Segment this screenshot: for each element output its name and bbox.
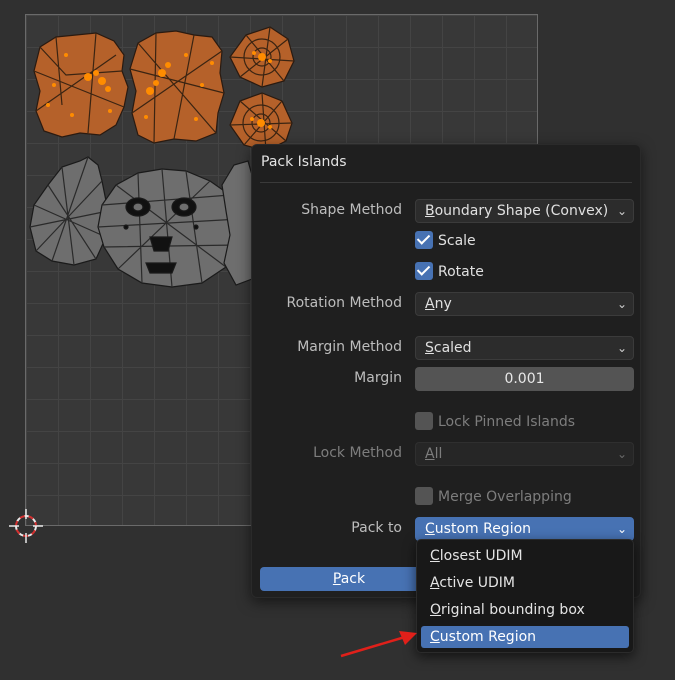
pack-to-value: ustom Region: [434, 521, 532, 537]
pack-to-label: Pack to: [351, 520, 402, 536]
rotate-label: Rotate: [438, 264, 484, 280]
lock-pinned-checkbox[interactable]: [415, 412, 433, 430]
red-arrow-icon: [340, 631, 417, 658]
margin-method-dropdown[interactable]: Scaled ⌄: [415, 336, 634, 360]
chevron-down-icon: ⌄: [616, 522, 627, 536]
merge-overlapping-checkbox[interactable]: [415, 487, 433, 505]
menu-item-label: ustom Region: [439, 629, 537, 645]
pack-to-menu: Closest UDIM Active UDIM Original boundi…: [416, 539, 634, 653]
chevron-down-icon: ⌄: [616, 297, 627, 311]
scale-checkbox[interactable]: [415, 231, 433, 249]
rotate-checkbox-row[interactable]: Rotate: [415, 262, 484, 282]
lock-method-value: ll: [434, 446, 443, 462]
margin-method-value: caled: [433, 340, 472, 356]
chevron-down-icon: ⌄: [616, 204, 627, 218]
unselected-island-center: [97, 168, 241, 288]
shape-method-mnemonic: B: [425, 203, 435, 219]
menu-item-label: losest UDIM: [439, 548, 523, 564]
menu-item-mnemonic: A: [430, 575, 440, 591]
margin-method-mnemonic: S: [425, 340, 434, 356]
menu-item-mnemonic: C: [430, 548, 440, 564]
lock-pinned-row[interactable]: Lock Pinned Islands: [415, 412, 575, 432]
pack-button-label: ack: [340, 571, 366, 587]
unselected-island-left: [29, 156, 109, 266]
lock-method-mnemonic: A: [425, 446, 435, 462]
popup-title: Pack Islands: [261, 154, 347, 170]
shape-method-label: Shape Method: [301, 202, 402, 218]
lock-method-label: Lock Method: [313, 445, 402, 461]
shape-method-dropdown[interactable]: Boundary Shape (Convex) ⌄: [415, 199, 634, 223]
pack-button-mnemonic: P: [332, 571, 341, 587]
rotation-method-dropdown[interactable]: Any ⌄: [415, 292, 634, 316]
rotation-method-label: Rotation Method: [286, 295, 402, 311]
menu-item-custom-region[interactable]: Custom Region: [421, 626, 629, 648]
menu-item-closest-udim[interactable]: Closest UDIM: [421, 545, 629, 567]
pack-to-mnemonic: C: [425, 521, 435, 537]
margin-field[interactable]: 0.001: [415, 367, 634, 391]
lock-pinned-label: Lock Pinned Islands: [438, 414, 576, 430]
3d-cursor-icon[interactable]: [9, 509, 43, 543]
merge-overlapping-row[interactable]: Merge Overlapping: [415, 487, 572, 507]
menu-item-label: ctive UDIM: [439, 575, 516, 591]
chevron-down-icon: ⌄: [616, 447, 627, 461]
selected-island-2: [129, 30, 225, 144]
selected-island-1: [33, 32, 129, 138]
scale-checkbox-row[interactable]: Scale: [415, 231, 476, 251]
lock-method-dropdown[interactable]: All ⌄: [415, 442, 634, 466]
merge-overlapping-label: Merge Overlapping: [438, 489, 572, 505]
shape-method-value: oundary Shape (Convex): [434, 203, 609, 219]
pack-islands-popup: Pack Islands Shape Method Boundary Shape…: [251, 144, 641, 598]
pack-to-dropdown[interactable]: Custom Region ⌄: [415, 517, 634, 541]
menu-item-label: riginal bounding box: [441, 602, 585, 618]
title-separator: [260, 182, 632, 183]
rotation-method-mnemonic: A: [425, 296, 435, 312]
pack-button[interactable]: Pack: [260, 567, 438, 591]
margin-method-label: Margin Method: [297, 339, 402, 355]
menu-item-original-bounding-box[interactable]: Original bounding box: [421, 599, 629, 621]
menu-item-mnemonic: C: [430, 629, 440, 645]
chevron-down-icon: ⌄: [616, 341, 627, 355]
menu-item-mnemonic: O: [430, 602, 442, 618]
rotation-method-value: ny: [434, 296, 452, 312]
scale-label: Scale: [438, 233, 476, 249]
margin-label: Margin: [354, 370, 402, 386]
rotate-checkbox[interactable]: [415, 262, 433, 280]
menu-item-active-udim[interactable]: Active UDIM: [421, 572, 629, 594]
